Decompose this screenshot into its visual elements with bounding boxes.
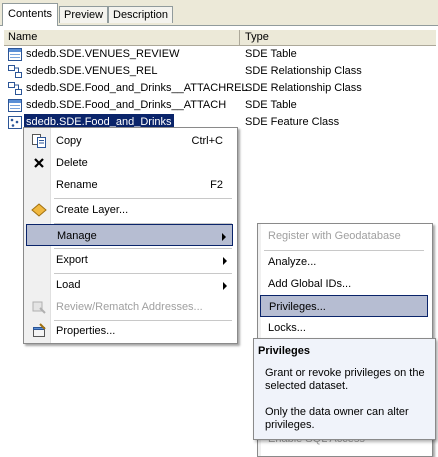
tab-preview[interactable]: Preview bbox=[59, 6, 109, 23]
column-header: Name Type bbox=[4, 30, 436, 46]
menu-label: Create Layer... bbox=[56, 204, 129, 216]
list-item[interactable]: sdedb.SDE.VENUES_REL SDE Relationship Cl… bbox=[6, 63, 436, 80]
tab-contents[interactable]: Contents bbox=[2, 3, 59, 26]
tab-strip: Contents Preview Description bbox=[0, 0, 438, 26]
submenu-item-privileges[interactable]: Privileges... bbox=[260, 295, 428, 317]
menu-label: Privileges... bbox=[269, 301, 326, 313]
menu-item-export[interactable]: Export bbox=[26, 249, 233, 271]
chevron-right-icon bbox=[223, 282, 227, 290]
menu-label: Copy bbox=[56, 135, 82, 147]
tooltip-note: Only the data owner can alter privileges… bbox=[265, 406, 409, 431]
tab-description[interactable]: Description bbox=[108, 6, 174, 23]
tooltip-title: Privileges bbox=[258, 345, 310, 357]
column-header-name[interactable]: Name bbox=[4, 30, 240, 45]
menu-item-copy[interactable]: Copy Ctrl+C bbox=[26, 130, 233, 152]
list-item[interactable]: sdedb.SDE.VENUES_REVIEW SDE Table bbox=[6, 46, 436, 63]
chevron-right-icon bbox=[223, 257, 227, 265]
menu-item-manage[interactable]: Manage bbox=[26, 224, 233, 246]
copy-icon bbox=[32, 134, 46, 148]
menu-label: Properties... bbox=[56, 325, 116, 337]
item-type: SDE Relationship Class bbox=[245, 65, 362, 77]
privileges-tooltip: Privileges Grant or revoke privileges on… bbox=[253, 338, 436, 440]
feature-class-icon bbox=[8, 116, 22, 129]
properties-icon bbox=[33, 323, 46, 337]
submenu-item-locks[interactable]: Locks... bbox=[260, 317, 428, 339]
catalog-window: Contents Preview Description Name Type s… bbox=[0, 0, 438, 457]
submenu-item-register-with-geodatabase[interactable]: Register with Geodatabase bbox=[260, 225, 428, 247]
menu-label: Rename bbox=[56, 179, 98, 191]
menu-label: Analyze... bbox=[268, 256, 317, 268]
context-menu: Copy Ctrl+C Delete Rename F2 Create Laye… bbox=[23, 127, 238, 344]
menu-item-create-layer[interactable]: Create Layer... bbox=[26, 199, 233, 221]
list-item[interactable]: sdedb.SDE.Food_and_Drinks__ATTACHREL SDE… bbox=[6, 80, 436, 97]
item-name: sdedb.SDE.Food_and_Drinks__ATTACH bbox=[26, 99, 227, 111]
relationship-class-icon bbox=[8, 82, 22, 95]
menu-label: Review/Rematch Addresses... bbox=[56, 301, 203, 313]
review-rematch-icon bbox=[32, 301, 46, 314]
menu-shortcut: Ctrl+C bbox=[191, 135, 223, 147]
item-name: sdedb.SDE.Food_and_Drinks__ATTACHREL bbox=[26, 82, 248, 94]
menu-label: Export bbox=[56, 254, 88, 266]
item-type: SDE Table bbox=[245, 99, 297, 111]
table-icon bbox=[8, 99, 22, 112]
chevron-right-icon bbox=[222, 233, 226, 241]
column-header-type[interactable]: Type bbox=[241, 30, 436, 45]
menu-item-rename[interactable]: Rename F2 bbox=[26, 174, 233, 196]
table-icon bbox=[8, 48, 22, 61]
menu-item-delete[interactable]: Delete bbox=[26, 152, 233, 174]
menu-label: Locks... bbox=[268, 322, 306, 334]
item-type: SDE Table bbox=[245, 48, 297, 60]
item-type: SDE Feature Class bbox=[245, 116, 340, 128]
layer-icon bbox=[31, 203, 47, 217]
menu-label: Add Global IDs... bbox=[268, 278, 352, 290]
submenu-item-analyze[interactable]: Analyze... bbox=[260, 251, 428, 273]
delete-icon bbox=[34, 158, 44, 168]
item-name: sdedb.SDE.VENUES_REL bbox=[26, 65, 158, 77]
menu-item-load[interactable]: Load bbox=[26, 274, 233, 296]
list-item[interactable]: sdedb.SDE.Food_and_Drinks__ATTACH SDE Ta… bbox=[6, 97, 436, 114]
submenu-item-add-global-ids[interactable]: Add Global IDs... bbox=[260, 273, 428, 295]
relationship-class-icon bbox=[8, 65, 22, 78]
menu-label: Register with Geodatabase bbox=[268, 230, 401, 242]
menu-shortcut: F2 bbox=[210, 179, 223, 191]
item-type: SDE Relationship Class bbox=[245, 82, 362, 94]
menu-item-properties[interactable]: Properties... bbox=[26, 320, 233, 342]
menu-item-review-rematch[interactable]: Review/Rematch Addresses... bbox=[26, 296, 233, 318]
menu-label: Manage bbox=[57, 230, 97, 242]
item-name: sdedb.SDE.VENUES_REVIEW bbox=[26, 48, 180, 60]
tooltip-body: Grant or revoke privileges on the select… bbox=[265, 367, 425, 392]
menu-label: Delete bbox=[56, 157, 88, 169]
menu-label: Load bbox=[56, 279, 81, 291]
